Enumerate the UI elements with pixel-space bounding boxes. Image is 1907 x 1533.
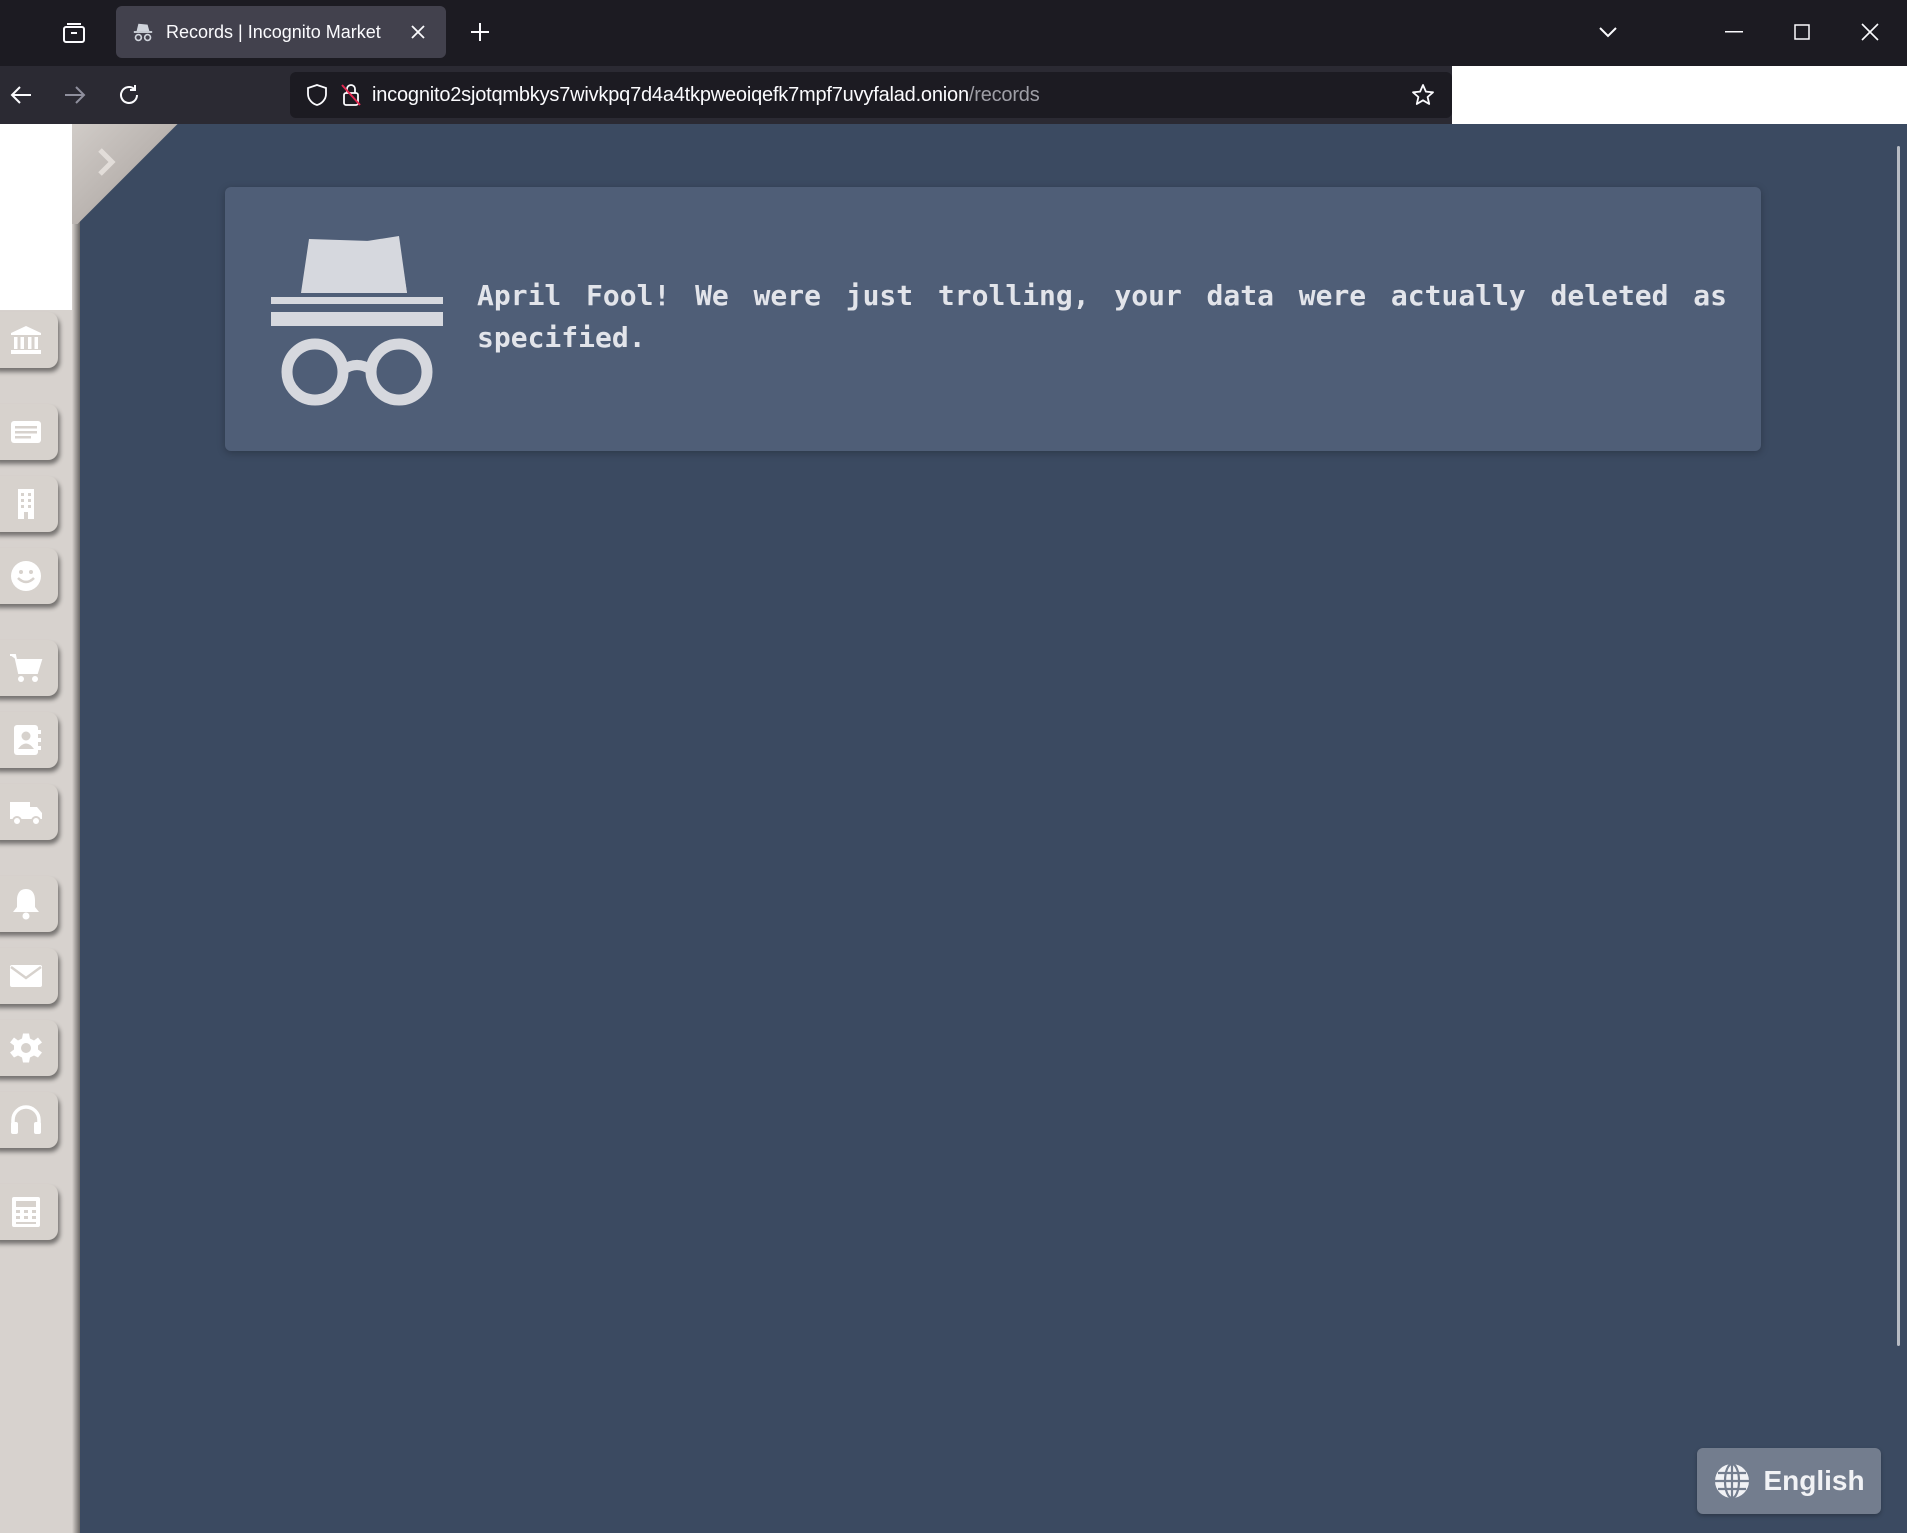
truck-icon bbox=[10, 802, 42, 826]
gear-icon bbox=[10, 1033, 42, 1063]
smiley-icon bbox=[11, 561, 41, 591]
sidebar-item-support[interactable] bbox=[0, 1092, 58, 1148]
arrow-left-icon bbox=[10, 86, 31, 104]
listing-icon bbox=[11, 421, 41, 443]
cart-icon bbox=[10, 654, 43, 682]
url-host: incognito2sjotqmbkys7wivkpq7d4a4tkpweoiq… bbox=[372, 83, 969, 106]
sidebar-toggle-button[interactable] bbox=[86, 142, 126, 182]
reload-icon bbox=[120, 85, 138, 104]
sidebar-blank-area bbox=[0, 124, 72, 310]
plus-icon bbox=[471, 23, 489, 41]
browser-nav-bar: incognito2sjotqmbkys7wivkpq7d4a4tkpweoiq… bbox=[0, 66, 1907, 124]
active-tab[interactable]: Records | Incognito Market bbox=[116, 6, 446, 58]
chevron-down-icon bbox=[1599, 27, 1617, 38]
insecure-lock-icon bbox=[341, 84, 361, 106]
envelope-icon bbox=[10, 965, 42, 987]
tab-list-icon bbox=[63, 23, 85, 43]
sidebar-item-vendors[interactable] bbox=[0, 476, 58, 532]
tab-close-button[interactable] bbox=[406, 20, 430, 44]
close-icon bbox=[411, 25, 425, 39]
sidebar-item-listings[interactable] bbox=[0, 404, 58, 460]
message-panel: April Fool! We were just trolling, your … bbox=[225, 187, 1761, 451]
sidebar-item-bank[interactable] bbox=[0, 312, 58, 368]
building-icon bbox=[18, 489, 34, 519]
minimize-button[interactable] bbox=[1714, 14, 1754, 50]
sidebar-item-notifications[interactable] bbox=[0, 876, 58, 932]
tab-list-button[interactable] bbox=[58, 18, 90, 48]
url-bar[interactable]: incognito2sjotqmbkys7wivkpq7d4a4tkpweoiq… bbox=[290, 72, 1452, 118]
sidebar-item-settings[interactable] bbox=[0, 1020, 58, 1076]
sidebar-item-records[interactable] bbox=[0, 1184, 58, 1240]
calculator-icon bbox=[12, 1197, 40, 1227]
tab-title: Records | Incognito Market bbox=[166, 21, 381, 42]
sidebar-item-messages[interactable] bbox=[0, 948, 58, 1004]
chevron-right-icon bbox=[98, 148, 116, 176]
maximize-icon bbox=[1794, 24, 1810, 40]
sidebar-item-cart[interactable] bbox=[0, 640, 58, 696]
sidebar-item-feedback[interactable] bbox=[0, 548, 58, 604]
language-selector-button[interactable]: English bbox=[1697, 1448, 1881, 1514]
page-scrollbar[interactable] bbox=[1897, 146, 1900, 1346]
back-button[interactable] bbox=[4, 78, 38, 112]
sidebar-item-shipping[interactable] bbox=[0, 784, 58, 840]
browser-tab-bar: Records | Incognito Market bbox=[0, 0, 1907, 66]
maximize-button[interactable] bbox=[1782, 14, 1822, 50]
reload-button[interactable] bbox=[112, 78, 146, 112]
bell-icon bbox=[13, 889, 39, 920]
language-label: English bbox=[1763, 1465, 1865, 1496]
contact-book-icon bbox=[14, 725, 41, 755]
star-icon bbox=[1412, 84, 1434, 105]
window-close-button[interactable] bbox=[1850, 14, 1890, 50]
url-text[interactable]: incognito2sjotqmbkys7wivkpq7d4a4tkpweoiq… bbox=[372, 84, 1408, 107]
arrow-right-icon bbox=[65, 86, 86, 104]
bookmark-star-button[interactable] bbox=[1408, 80, 1438, 110]
bank-icon bbox=[11, 326, 41, 354]
list-all-tabs-button[interactable] bbox=[1588, 14, 1628, 50]
new-tab-button[interactable] bbox=[464, 16, 496, 48]
shield-icon bbox=[307, 84, 327, 106]
forward-button[interactable] bbox=[58, 78, 92, 112]
url-path: /records bbox=[968, 83, 1040, 106]
connection-info-button[interactable] bbox=[338, 82, 364, 108]
minimize-icon bbox=[1725, 31, 1743, 33]
tracking-protection-button[interactable] bbox=[304, 82, 330, 108]
incognito-favicon-icon bbox=[133, 23, 153, 42]
sidebar bbox=[0, 124, 80, 1533]
toolbar-blank-area bbox=[1452, 66, 1907, 124]
april-fool-message: April Fool! We were just trolling, your … bbox=[477, 279, 1727, 354]
page-content: April Fool! We were just trolling, your … bbox=[0, 124, 1907, 1533]
globe-icon bbox=[1715, 1462, 1750, 1500]
headset-icon bbox=[11, 1105, 41, 1134]
close-icon bbox=[1861, 23, 1879, 41]
sidebar-item-contacts[interactable] bbox=[0, 712, 58, 768]
incognito-logo-icon bbox=[271, 236, 443, 406]
